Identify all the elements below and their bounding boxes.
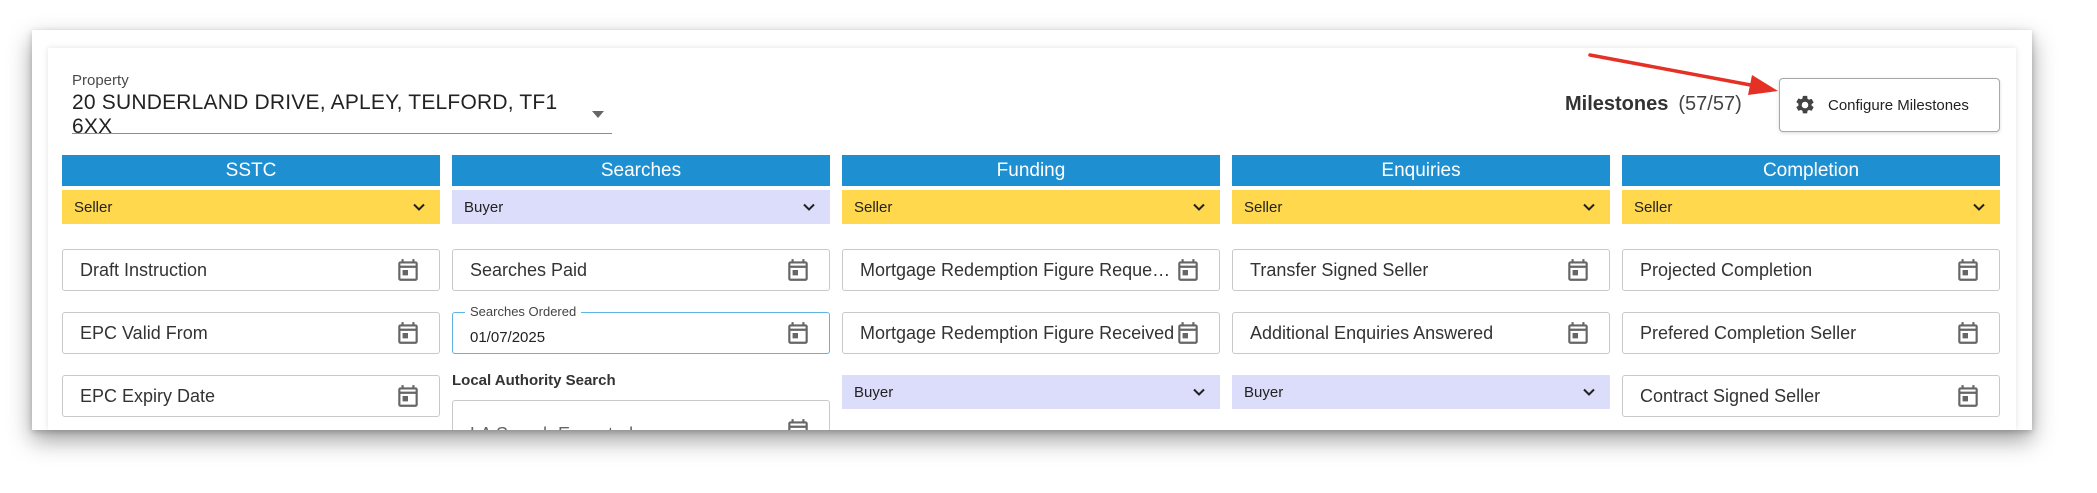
calendar-icon[interactable] <box>1955 383 1981 409</box>
chevron-down-icon <box>1193 388 1205 396</box>
date-field-epc-valid-from[interactable]: EPC Valid From <box>62 312 440 354</box>
role-select-seller[interactable]: Seller <box>1622 190 2000 224</box>
calendar-icon[interactable] <box>395 320 421 346</box>
role-select-seller[interactable]: Seller <box>842 190 1220 224</box>
column-funding: Funding Seller Mortgage Redemption Figur… <box>842 155 1220 409</box>
calendar-icon[interactable] <box>1955 257 1981 283</box>
calendar-icon[interactable] <box>1565 257 1591 283</box>
chevron-down-icon <box>803 203 815 211</box>
chevron-down-icon <box>1193 203 1205 211</box>
date-field-draft-instruction[interactable]: Draft Instruction <box>62 249 440 291</box>
field-floating-label: Searches Ordered <box>465 304 582 319</box>
milestones-panel: Property 20 SUNDERLAND DRIVE, APLEY, TEL… <box>48 48 2016 430</box>
property-label: Property <box>72 72 129 89</box>
date-field-la-search-expected[interactable]: LA Search Expected <box>452 400 830 430</box>
date-field-transfer-signed-seller[interactable]: Transfer Signed Seller <box>1232 249 1610 291</box>
field-label: Additional Enquiries Answered <box>1250 322 1494 343</box>
field-label: Transfer Signed Seller <box>1250 259 1429 280</box>
column-header: Enquiries <box>1232 155 1610 186</box>
role-value: Seller <box>74 198 113 216</box>
configure-milestones-button[interactable]: Configure Milestones <box>1779 78 2000 132</box>
chevron-down-icon <box>413 203 425 211</box>
date-field-mortgage-redemption-requested[interactable]: Mortgage Redemption Figure Requested <box>842 249 1220 291</box>
column-header: Funding <box>842 155 1220 186</box>
field-label: Mortgage Redemption Figure Received <box>860 322 1175 343</box>
date-field-projected-completion[interactable]: Projected Completion <box>1622 249 2000 291</box>
field-label: Mortgage Redemption Figure Requested <box>860 259 1175 280</box>
column-header: Completion <box>1622 155 2000 186</box>
date-field-searches-ordered[interactable]: Searches Ordered 01/07/2025 <box>452 304 830 354</box>
role-value: Buyer <box>854 383 894 401</box>
gear-icon <box>1796 95 1814 114</box>
column-enquiries: Enquiries Seller Transfer Signed Seller … <box>1232 155 1610 409</box>
red-arrow-annotation <box>1588 53 1778 95</box>
chevron-down-icon <box>1583 203 1595 211</box>
column-completion: Completion Seller Projected Completion P… <box>1622 155 2000 417</box>
field-label: Projected Completion <box>1640 259 1813 280</box>
role-value: Seller <box>1244 198 1283 216</box>
field-label: EPC Valid From <box>80 322 208 343</box>
field-value: 01/07/2025 <box>470 328 546 346</box>
role-select-seller[interactable]: Seller <box>62 190 440 224</box>
date-field-contract-signed-seller[interactable]: Contract Signed Seller <box>1622 375 2000 417</box>
calendar-icon[interactable] <box>785 257 811 283</box>
property-select[interactable]: 20 SUNDERLAND DRIVE, APLEY, TELFORD, TF1… <box>72 91 612 138</box>
role-value: Buyer <box>464 198 504 216</box>
window-frame: Property 20 SUNDERLAND DRIVE, APLEY, TEL… <box>32 30 2032 430</box>
calendar-icon[interactable] <box>395 257 421 283</box>
field-label: Contract Signed Seller <box>1640 385 1821 406</box>
role-select-buyer[interactable]: Buyer <box>452 190 830 224</box>
configure-milestones-label: Configure Milestones <box>1828 96 1969 114</box>
date-field-prefered-completion-seller[interactable]: Prefered Completion Seller <box>1622 312 2000 354</box>
column-sstc: SSTC Seller Draft Instruction EPC Valid … <box>62 155 440 417</box>
role-value: Seller <box>1634 198 1673 216</box>
date-field-searches-paid[interactable]: Searches Paid <box>452 249 830 291</box>
caret-down-icon <box>592 111 604 118</box>
calendar-icon[interactable] <box>1565 320 1591 346</box>
calendar-icon[interactable] <box>785 417 811 430</box>
column-header: Searches <box>452 155 830 186</box>
calendar-icon[interactable] <box>1175 257 1201 283</box>
role-select-buyer[interactable]: Buyer <box>1232 375 1610 409</box>
field-label: EPC Expiry Date <box>80 385 216 406</box>
column-header: SSTC <box>62 155 440 186</box>
field-label: Prefered Completion Seller <box>1640 322 1857 343</box>
role-value: Buyer <box>1244 383 1284 401</box>
chevron-down-icon <box>1583 388 1595 396</box>
role-select-buyer[interactable]: Buyer <box>842 375 1220 409</box>
role-select-seller[interactable]: Seller <box>1232 190 1610 224</box>
calendar-icon[interactable] <box>1955 320 1981 346</box>
chevron-down-icon <box>1973 203 1985 211</box>
calendar-icon[interactable] <box>1175 320 1201 346</box>
date-field-additional-enquiries-answered[interactable]: Additional Enquiries Answered <box>1232 312 1610 354</box>
field-label: Draft Instruction <box>80 259 208 280</box>
field-label: Searches Paid <box>470 259 588 280</box>
property-value: 20 SUNDERLAND DRIVE, APLEY, TELFORD, TF1… <box>72 90 558 138</box>
date-field-epc-expiry-date[interactable]: EPC Expiry Date <box>62 375 440 417</box>
date-field-mortgage-redemption-received[interactable]: Mortgage Redemption Figure Received <box>842 312 1220 354</box>
field-label: LA Search Expected <box>470 398 633 431</box>
column-searches: Searches Buyer Searches Paid Searches Or… <box>452 155 830 430</box>
calendar-icon[interactable] <box>395 383 421 409</box>
calendar-icon[interactable] <box>785 320 811 346</box>
role-value: Seller <box>854 198 893 216</box>
section-label-local-authority-search: Local Authority Search <box>452 372 616 389</box>
